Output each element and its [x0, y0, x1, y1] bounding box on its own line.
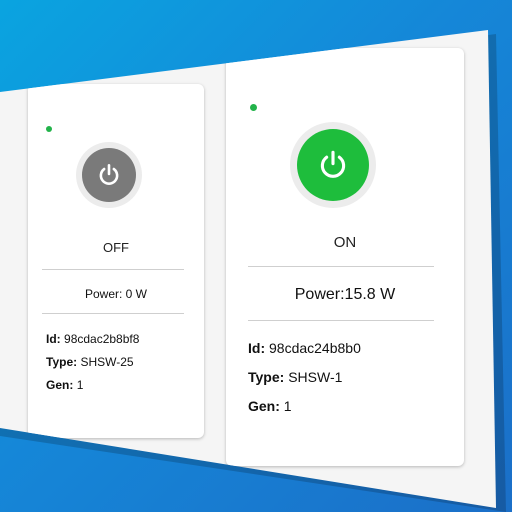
power-icon	[320, 150, 346, 178]
divider	[42, 269, 184, 270]
type-label: Type:	[46, 355, 78, 369]
power-toggle-button[interactable]	[297, 129, 369, 201]
power-reading: Power: 0 W	[28, 287, 204, 301]
gen-row: Gen: 1	[46, 374, 139, 397]
type-row: Type: SHSW-1	[248, 363, 361, 392]
power-toggle-button[interactable]	[82, 148, 136, 202]
divider	[248, 320, 434, 321]
online-status-dot	[250, 104, 257, 111]
type-value: SHSW-25	[80, 355, 134, 369]
device-state-label: ON	[333, 234, 357, 251]
type-row: Type: SHSW-25	[46, 351, 139, 374]
device-info: Id: 98cdac2b8bf8 Type: SHSW-25 Gen: 1	[46, 328, 139, 397]
gen-value: 1	[76, 378, 84, 392]
power-reading: Power:15.8 W	[226, 286, 464, 304]
id-label: Id:	[248, 340, 266, 356]
id-row: Id: 98cdac24b8b0	[248, 334, 361, 363]
device-card-2: ON Power:15.8 W Id: 98cdac24b8b0 Type: S…	[226, 48, 464, 466]
power-label: Power:	[84, 287, 123, 301]
id-row: Id: 98cdac2b8bf8	[46, 328, 139, 351]
power-label: Power:	[294, 286, 345, 303]
devices-panel: OFF Power: 0 W Id: 98cdac2b8bf8 Type: SH…	[0, 30, 496, 508]
device-info: Id: 98cdac24b8b0 Type: SHSW-1 Gen: 1	[248, 334, 361, 421]
gen-row: Gen: 1	[248, 392, 361, 421]
online-status-dot	[46, 126, 52, 132]
gen-value: 1	[283, 398, 292, 414]
power-value: 0 W	[125, 287, 148, 301]
gen-label: Gen:	[46, 378, 74, 392]
divider	[42, 313, 184, 314]
power-icon	[99, 163, 119, 185]
id-label: Id:	[46, 332, 61, 346]
power-button-ring	[290, 122, 376, 208]
id-value: 98cdac24b8b0	[269, 340, 361, 356]
type-value: SHSW-1	[288, 369, 343, 385]
power-button-ring	[76, 142, 142, 208]
gen-label: Gen:	[248, 398, 280, 414]
device-card-1: OFF Power: 0 W Id: 98cdac2b8bf8 Type: SH…	[28, 84, 204, 438]
device-state-label: OFF	[103, 240, 129, 255]
id-value: 98cdac2b8bf8	[64, 332, 140, 346]
type-label: Type:	[248, 369, 285, 385]
divider	[248, 266, 434, 267]
power-value: 15.8 W	[344, 286, 396, 303]
